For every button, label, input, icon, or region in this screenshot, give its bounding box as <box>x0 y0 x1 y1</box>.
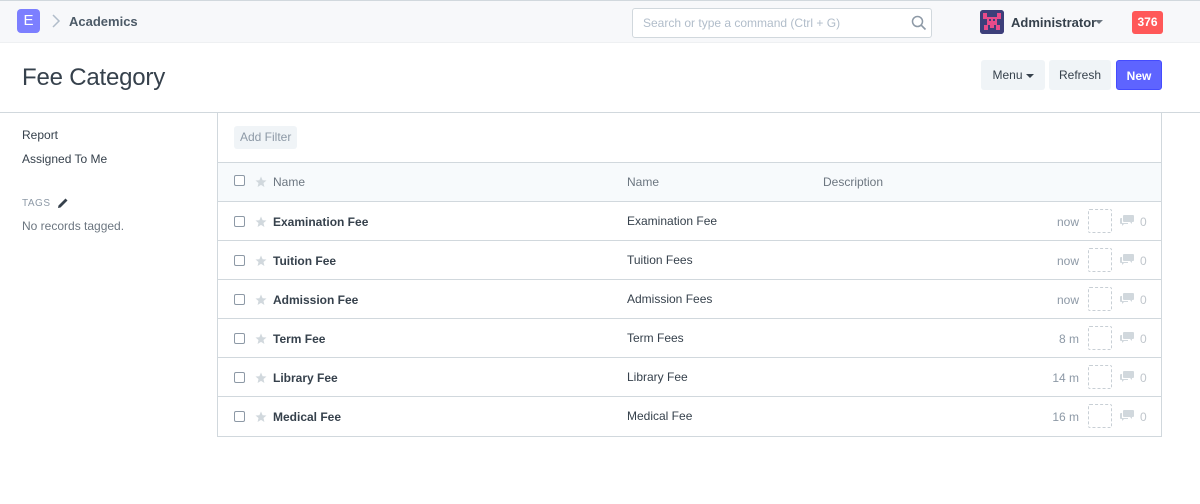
avatar <box>980 10 1004 34</box>
comment-icon <box>1120 410 1134 421</box>
row-name: Medical Fee <box>627 409 693 423</box>
caret-down-icon <box>1095 20 1103 24</box>
no-tags-text: No records tagged. <box>22 219 125 233</box>
notification-badge[interactable]: 376 <box>1132 11 1163 34</box>
comment-count: 0 <box>1140 332 1147 346</box>
assign-avatar-placeholder[interactable] <box>1088 365 1112 389</box>
comment-icon <box>1120 371 1134 382</box>
star-icon[interactable] <box>255 372 267 384</box>
row-name: Examination Fee <box>627 214 718 228</box>
refresh-button[interactable]: Refresh <box>1049 60 1111 90</box>
add-filter-button[interactable]: Add Filter <box>234 126 298 149</box>
star-icon[interactable] <box>255 333 267 345</box>
star-icon[interactable] <box>255 216 267 228</box>
row-modified-time: now <box>1056 293 1079 307</box>
row-title-link[interactable]: Medical Fee <box>273 410 341 424</box>
assign-avatar-placeholder[interactable] <box>1088 209 1112 233</box>
menu-button-label: Menu <box>992 68 1023 82</box>
comment-count: 0 <box>1140 410 1147 424</box>
select-all-checkbox[interactable] <box>234 175 245 186</box>
list-header: Name Name Description <box>218 163 1161 202</box>
comment-icon <box>1120 254 1134 265</box>
assign-avatar-placeholder[interactable] <box>1088 326 1112 350</box>
breadcrumb-academics[interactable]: Academics <box>69 14 138 29</box>
row-title-link[interactable]: Tuition Fee <box>273 254 336 268</box>
filter-bar: Add Filter <box>218 113 1161 163</box>
assign-avatar-placeholder[interactable] <box>1088 404 1112 428</box>
row-title-link[interactable]: Term Fee <box>273 332 325 346</box>
column-header-name[interactable]: Name <box>273 175 305 189</box>
row-modified-time: now <box>1056 215 1079 229</box>
comment-count: 0 <box>1140 215 1147 229</box>
column-header-description[interactable]: Description <box>823 175 883 189</box>
table-row[interactable]: Tuition Fee Tuition Fees now 0 <box>218 241 1161 280</box>
table-row[interactable]: Admission Fee Admission Fees now 0 <box>218 280 1161 319</box>
row-checkbox[interactable] <box>234 333 245 344</box>
tags-label: TAGS <box>22 198 51 209</box>
comment-icon <box>1120 293 1134 304</box>
row-modified-time: 16 m <box>1052 410 1079 424</box>
row-modified-time: now <box>1056 254 1079 268</box>
assign-avatar-placeholder[interactable] <box>1088 287 1112 311</box>
row-checkbox[interactable] <box>234 255 245 266</box>
row-checkbox[interactable] <box>234 411 245 422</box>
row-checkbox[interactable] <box>234 294 245 305</box>
star-icon <box>255 176 267 187</box>
row-modified-time: 14 m <box>1052 371 1079 385</box>
navbar: E Academics Administrator 3 <box>0 0 1200 43</box>
star-icon[interactable] <box>255 294 267 306</box>
table-row[interactable]: Term Fee Term Fees 8 m 0 <box>218 319 1161 358</box>
search-input[interactable] <box>633 9 903 37</box>
comment-icon <box>1120 215 1134 226</box>
row-name: Library Fee <box>627 370 688 384</box>
list-view: Add Filter Name Name Description Examina… <box>217 113 1162 437</box>
avatar-image <box>980 10 1004 34</box>
row-title-link[interactable]: Admission Fee <box>273 293 358 307</box>
comment-count: 0 <box>1140 293 1147 307</box>
row-modified-time: 8 m <box>1058 332 1079 346</box>
menu-button[interactable]: Menu <box>981 60 1045 90</box>
page-title: Fee Category <box>22 64 166 91</box>
row-name: Term Fees <box>627 331 684 345</box>
comment-count: 0 <box>1140 371 1147 385</box>
sidebar-item-report[interactable]: Report <box>22 128 58 142</box>
awesome-bar <box>632 8 932 38</box>
search-icon[interactable] <box>911 15 927 31</box>
table-row[interactable]: Medical Fee Medical Fee 16 m 0 <box>218 397 1161 436</box>
table-row[interactable]: Library Fee Library Fee 14 m 0 <box>218 358 1161 397</box>
row-checkbox[interactable] <box>234 216 245 227</box>
table-row[interactable]: Examination Fee Examination Fee now 0 <box>218 202 1161 241</box>
row-checkbox[interactable] <box>234 372 245 383</box>
assign-avatar-placeholder[interactable] <box>1088 248 1112 272</box>
sidebar-item-assigned-to-me[interactable]: Assigned To Me <box>22 152 107 166</box>
user-name: Administrator <box>1011 15 1097 30</box>
pencil-icon[interactable] <box>57 197 69 209</box>
row-title-link[interactable]: Examination Fee <box>273 215 368 229</box>
row-name: Admission Fees <box>627 292 713 306</box>
comment-count: 0 <box>1140 254 1147 268</box>
column-header-name[interactable]: Name <box>627 175 659 189</box>
row-title-link[interactable]: Library Fee <box>273 371 338 385</box>
chevron-right-icon <box>52 14 61 28</box>
page-header: Fee Category Menu Refresh New <box>0 44 1200 113</box>
star-icon[interactable] <box>255 411 267 423</box>
star-icon[interactable] <box>255 255 267 267</box>
new-button[interactable]: New <box>1116 60 1162 90</box>
app-logo[interactable]: E <box>17 9 40 33</box>
row-name: Tuition Fees <box>627 253 693 267</box>
comment-icon <box>1120 332 1134 343</box>
caret-down-icon <box>1025 73 1034 78</box>
